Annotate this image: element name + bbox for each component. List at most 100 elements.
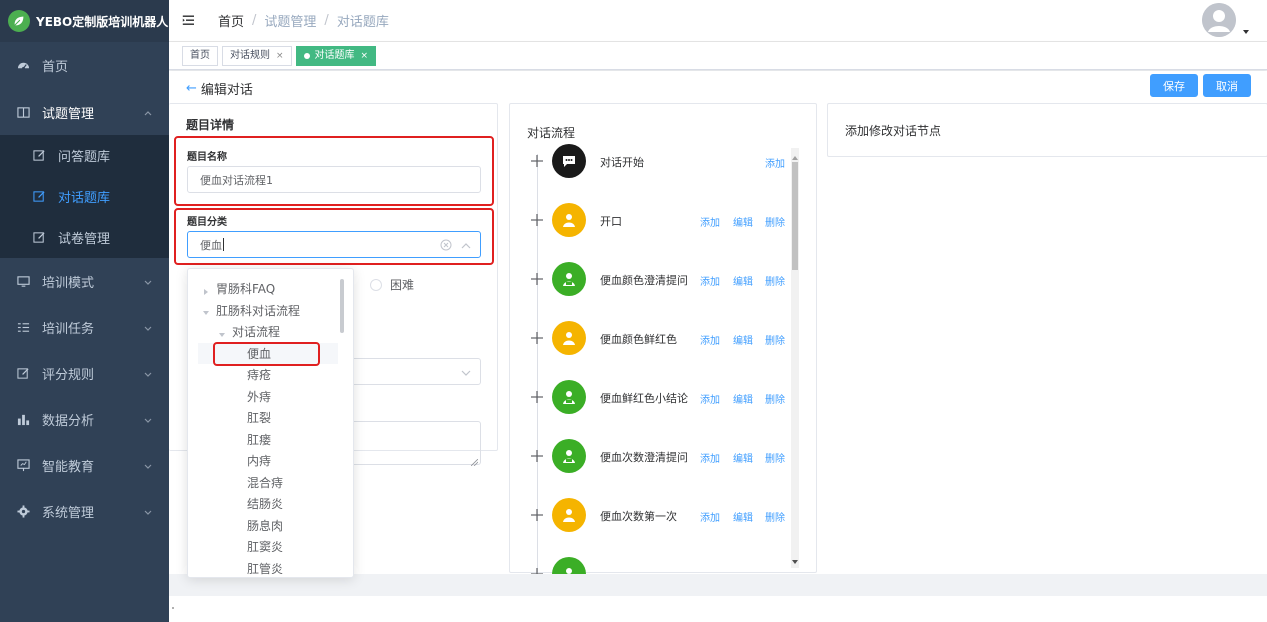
- delete-node-link[interactable]: 删除: [765, 214, 785, 229]
- scroll-down-icon[interactable]: [792, 554, 798, 564]
- chevron-down-icon: [143, 276, 153, 286]
- edit-node-link[interactable]: 编辑: [733, 214, 753, 229]
- edit-node-link[interactable]: 编辑: [733, 391, 753, 406]
- edit-node-link[interactable]: 编辑: [733, 509, 753, 524]
- tree-node[interactable]: 肛肠科对话流程: [202, 300, 300, 321]
- sidebar-item-smart-education[interactable]: 智能教育: [0, 442, 169, 488]
- book-icon: [16, 105, 30, 119]
- tree-node[interactable]: 胃肠科FAQ: [202, 278, 275, 299]
- delete-node-link[interactable]: 删除: [765, 509, 785, 524]
- edit-node-link[interactable]: 编辑: [733, 273, 753, 288]
- sidebar-item-label: 培训任务: [42, 321, 95, 337]
- caret-down-icon[interactable]: [202, 306, 210, 315]
- tree-node[interactable]: 肛管炎: [247, 558, 283, 578]
- brand[interactable]: YEBO定制版培训机器人: [0, 0, 169, 42]
- tree-node[interactable]: 肛裂: [247, 407, 271, 428]
- tree-node[interactable]: 肛瘘: [247, 429, 271, 450]
- delete-node-link[interactable]: 删除: [765, 332, 785, 347]
- radio-label: 困难: [390, 278, 415, 292]
- tag-label: 对话题库: [314, 49, 355, 61]
- tag-dialog-bank[interactable]: 对话题库 ×: [295, 45, 377, 66]
- tree-node-label: 对话流程: [232, 325, 281, 339]
- text-cursor: [223, 238, 224, 251]
- tree-node[interactable]: 肛窦炎: [247, 536, 283, 557]
- difficulty-radio-hard[interactable]: 困难: [370, 276, 414, 293]
- plus-icon[interactable]: [530, 272, 544, 286]
- tag-label: 首页: [190, 49, 210, 61]
- caret-down-icon[interactable]: [218, 328, 226, 337]
- caret-down-icon[interactable]: [1242, 25, 1250, 34]
- scrollbar[interactable]: [340, 279, 344, 333]
- plus-icon[interactable]: [530, 213, 544, 227]
- plus-icon[interactable]: [530, 331, 544, 345]
- breadcrumb-home[interactable]: 首页: [218, 11, 244, 30]
- tag-dialog-rules[interactable]: 对话规则 ×: [222, 45, 292, 66]
- tree-node[interactable]: 肠息肉: [247, 515, 283, 536]
- sidebar-item-qa-bank[interactable]: 问答题库: [0, 135, 169, 176]
- sidebar-item-label: 问答题库: [58, 150, 111, 165]
- delete-node-link[interactable]: 删除: [765, 273, 785, 288]
- scroll-up-icon[interactable]: [792, 150, 798, 160]
- tree-node-label: 肛瘘: [247, 432, 272, 447]
- save-button[interactable]: 保存: [1150, 74, 1198, 97]
- menu-toggle-icon[interactable]: [182, 13, 202, 29]
- sidebar-item-training-mode[interactable]: 培训模式: [0, 258, 169, 304]
- sidebar-item-paper-mgmt[interactable]: 试卷管理: [0, 217, 169, 258]
- resize-grip-icon[interactable]: [470, 455, 479, 467]
- delete-node-link[interactable]: 删除: [765, 391, 785, 406]
- tag-home[interactable]: 首页: [182, 45, 218, 66]
- flow-node-label: 便血颜色鲜红色: [600, 333, 677, 346]
- scrollbar-thumb[interactable]: [792, 162, 798, 270]
- sidebar-item-training-task[interactable]: 培训任务: [0, 304, 169, 350]
- category-select[interactable]: 便血: [187, 231, 481, 258]
- clear-circle-icon[interactable]: [440, 239, 452, 251]
- monitor-icon: [16, 274, 30, 288]
- sidebar-item-scoring-rules[interactable]: 评分规则: [0, 350, 169, 396]
- edit-icon: [32, 149, 46, 163]
- chevron-down-icon: [461, 367, 471, 377]
- sidebar-item-home[interactable]: 首页: [0, 42, 169, 89]
- sidebar-item-dialog-bank[interactable]: 对话题库: [0, 176, 169, 217]
- edit-node-link[interactable]: 编辑: [733, 332, 753, 347]
- tree-node[interactable]: 痔疮: [247, 364, 271, 385]
- sidebar-item-data-analysis[interactable]: 数据分析: [0, 396, 169, 442]
- add-node-link[interactable]: 添加: [700, 509, 720, 524]
- node-editor-title: 添加修改对话节点: [845, 124, 942, 138]
- add-node-link[interactable]: 添加: [765, 155, 785, 170]
- plus-icon[interactable]: [530, 390, 544, 404]
- chevron-up-icon[interactable]: [461, 241, 471, 251]
- sidebar-item-question-mgmt[interactable]: 试题管理: [0, 89, 169, 135]
- robot-icon: [552, 262, 586, 296]
- caret-right-icon[interactable]: [202, 285, 210, 295]
- question-name-input[interactable]: 便血对话流程1: [187, 166, 481, 193]
- add-node-link[interactable]: 添加: [700, 391, 720, 406]
- tree-node[interactable]: 内痔: [247, 450, 271, 471]
- robot-icon: [552, 439, 586, 473]
- add-node-link[interactable]: 添加: [700, 332, 720, 347]
- sidebar-item-system-mgmt[interactable]: 系统管理: [0, 488, 169, 534]
- add-node-link[interactable]: 添加: [700, 450, 720, 465]
- cancel-button[interactable]: 取消: [1203, 74, 1251, 97]
- plus-icon[interactable]: [530, 508, 544, 522]
- user-menu[interactable]: [1202, 3, 1250, 37]
- edit-node-link[interactable]: 编辑: [733, 450, 753, 465]
- close-icon[interactable]: ×: [276, 47, 284, 65]
- tree-node[interactable]: 混合痔: [247, 472, 283, 493]
- user-icon: [552, 321, 586, 355]
- edit-icon: [32, 190, 46, 204]
- close-icon[interactable]: ×: [361, 47, 369, 65]
- chevron-up-icon: [143, 107, 153, 117]
- plus-icon[interactable]: [530, 154, 544, 168]
- tree-node[interactable]: 结肠炎: [247, 493, 283, 514]
- breadcrumb-question-mgmt: 试题管理: [264, 15, 317, 30]
- delete-node-link[interactable]: 删除: [765, 450, 785, 465]
- back-link[interactable]: ← 编辑对话: [186, 79, 253, 98]
- add-node-link[interactable]: 添加: [700, 214, 720, 229]
- radio-circle[interactable]: [370, 278, 382, 291]
- tree-node[interactable]: 外痔: [247, 386, 271, 407]
- flow-title: 对话流程: [527, 126, 576, 140]
- add-node-link[interactable]: 添加: [700, 273, 720, 288]
- tree-node[interactable]: 对话流程: [218, 321, 280, 342]
- avatar[interactable]: [1202, 3, 1236, 37]
- plus-icon[interactable]: [530, 449, 544, 463]
